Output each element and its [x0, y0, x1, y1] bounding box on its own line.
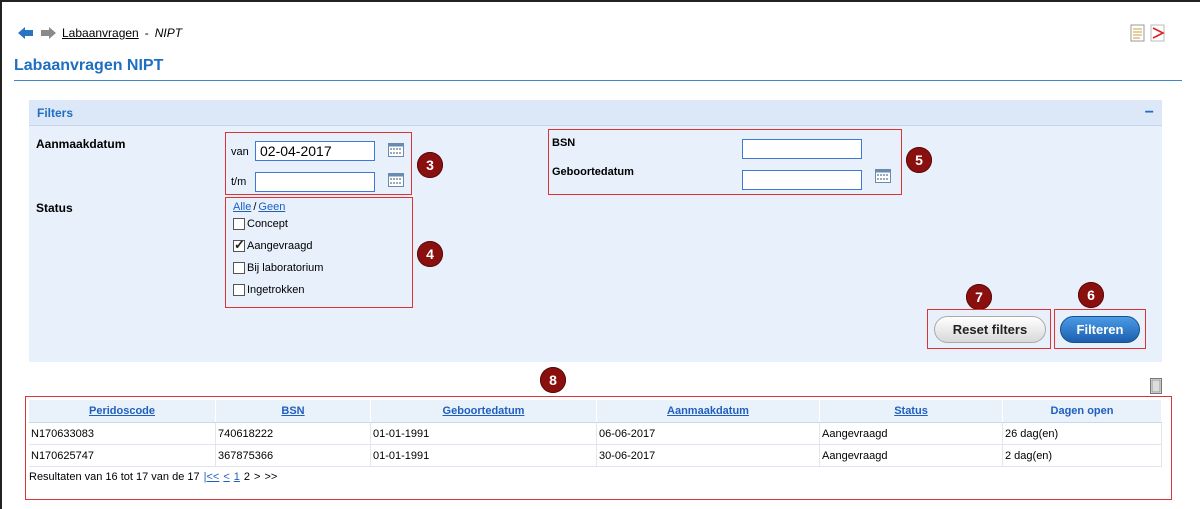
checkbox[interactable]	[233, 218, 245, 230]
pagination-last[interactable]: >>	[264, 471, 277, 483]
cell-geboortedatum: 01-01-1991	[370, 444, 597, 467]
pagination-prev[interactable]: <	[223, 471, 229, 483]
cell-status: Aangevraagd	[819, 444, 1003, 467]
status-option-concept[interactable]: Concept	[233, 218, 288, 230]
status-option-bij-laboratorium[interactable]: Bij laboratorium	[233, 262, 323, 274]
checkbox[interactable]	[233, 284, 245, 296]
column-header-bsn[interactable]: BSN	[215, 400, 371, 423]
cell-peridoscode: N170633083	[29, 422, 216, 445]
back-arrow-icon[interactable]	[18, 27, 34, 39]
callout-badge-4: 4	[417, 241, 443, 267]
table-header-row: Peridoscode BSN Geboortedatum Aanmaakdat…	[29, 400, 1162, 423]
filters-header[interactable]: Filters −	[29, 100, 1162, 126]
status-option-ingetrokken[interactable]: Ingetrokken	[233, 284, 304, 296]
document-icon[interactable]	[1130, 24, 1146, 42]
tm-label: t/m	[231, 176, 247, 188]
van-label: van	[231, 146, 249, 158]
title-divider	[14, 80, 1182, 81]
column-header-status[interactable]: Status	[819, 400, 1003, 423]
bsn-input[interactable]	[742, 139, 862, 159]
checkbox[interactable]	[233, 262, 245, 274]
calendar-icon[interactable]	[875, 169, 891, 183]
breadcrumb-link-labaanvragen[interactable]: Labaanvragen	[62, 26, 139, 40]
forward-arrow-icon[interactable]	[40, 27, 56, 39]
status-option-aangevraagd[interactable]: Aangevraagd	[233, 237, 313, 253]
table-row[interactable]: N170633083 740618222 01-01-1991 06-06-20…	[29, 422, 1162, 445]
pdf-icon[interactable]	[1150, 24, 1166, 42]
collapse-icon[interactable]: −	[1145, 104, 1154, 121]
aanmaakdatum-label: Aanmaakdatum	[36, 137, 126, 151]
pagination-page-1[interactable]: 1	[234, 471, 240, 483]
cell-aanmaakdatum: 06-06-2017	[596, 422, 820, 445]
status-label: Status	[36, 201, 73, 215]
pagination-next[interactable]: >	[254, 471, 260, 483]
column-header-geboortedatum[interactable]: Geboortedatum	[370, 400, 597, 423]
column-header-peridoscode[interactable]: Peridoscode	[29, 400, 216, 423]
column-header-aanmaakdatum[interactable]: Aanmaakdatum	[596, 400, 820, 423]
cell-peridoscode: N170625747	[29, 444, 216, 467]
breadcrumb-current: NIPT	[154, 26, 183, 40]
status-option-label: Aangevraagd	[247, 240, 313, 252]
cell-geboortedatum: 01-01-1991	[370, 422, 597, 445]
geboortedatum-input[interactable]	[742, 170, 862, 190]
breadcrumb: Labaanvragen - NIPT	[18, 24, 182, 42]
geboortedatum-label: Geboortedatum	[552, 166, 634, 178]
select-none-link[interactable]: Geen	[258, 201, 285, 213]
bsn-label: BSN	[552, 137, 576, 149]
cell-dagen-open: 26 dag(en)	[1002, 422, 1162, 445]
pagination-page-2-current: 2	[243, 471, 251, 483]
filters-title: Filters	[37, 105, 74, 120]
reset-filters-button[interactable]: Reset filters	[934, 316, 1046, 343]
status-option-label: Concept	[247, 218, 288, 230]
export-icon[interactable]	[1150, 378, 1162, 394]
callout-badge-6: 6	[1078, 282, 1104, 308]
status-option-label: Ingetrokken	[247, 284, 305, 296]
checkbox-checked[interactable]	[233, 237, 245, 253]
pagination-summary: Resultaten van 16 tot 17 van de 17	[29, 471, 200, 483]
calendar-icon[interactable]	[388, 173, 404, 187]
table-row[interactable]: N170625747 367875366 01-01-1991 30-06-20…	[29, 444, 1162, 467]
top-toolbar	[1130, 24, 1166, 42]
tm-date-input[interactable]	[255, 172, 375, 192]
pagination: Resultaten van 16 tot 17 van de 17 |<< <…	[29, 471, 1162, 483]
callout-badge-7: 7	[966, 284, 992, 310]
cell-dagen-open: 2 dag(en)	[1002, 444, 1162, 467]
select-separator: /	[253, 201, 257, 213]
pagination-first[interactable]: |<<	[204, 471, 220, 483]
cell-bsn: 740618222	[215, 422, 371, 445]
calendar-icon[interactable]	[388, 143, 404, 157]
cell-aanmaakdatum: 30-06-2017	[596, 444, 820, 467]
callout-badge-3: 3	[417, 152, 443, 178]
cell-status: Aangevraagd	[819, 422, 1003, 445]
callout-badge-5: 5	[906, 147, 932, 173]
page-title: Labaanvragen NIPT	[14, 57, 164, 74]
status-select-links: Alle / Geen	[233, 201, 285, 213]
filter-button[interactable]: Filteren	[1060, 316, 1140, 343]
status-option-label: Bij laboratorium	[247, 262, 324, 274]
cell-bsn: 367875366	[215, 444, 371, 467]
results-table: Peridoscode BSN Geboortedatum Aanmaakdat…	[29, 400, 1162, 467]
column-header-dagen-open: Dagen open	[1002, 400, 1162, 423]
van-date-input[interactable]	[255, 141, 375, 161]
breadcrumb-separator: -	[144, 26, 149, 40]
results-section: Peridoscode BSN Geboortedatum Aanmaakdat…	[29, 400, 1162, 483]
select-all-link[interactable]: Alle	[233, 201, 251, 213]
callout-badge-8: 8	[540, 367, 566, 393]
